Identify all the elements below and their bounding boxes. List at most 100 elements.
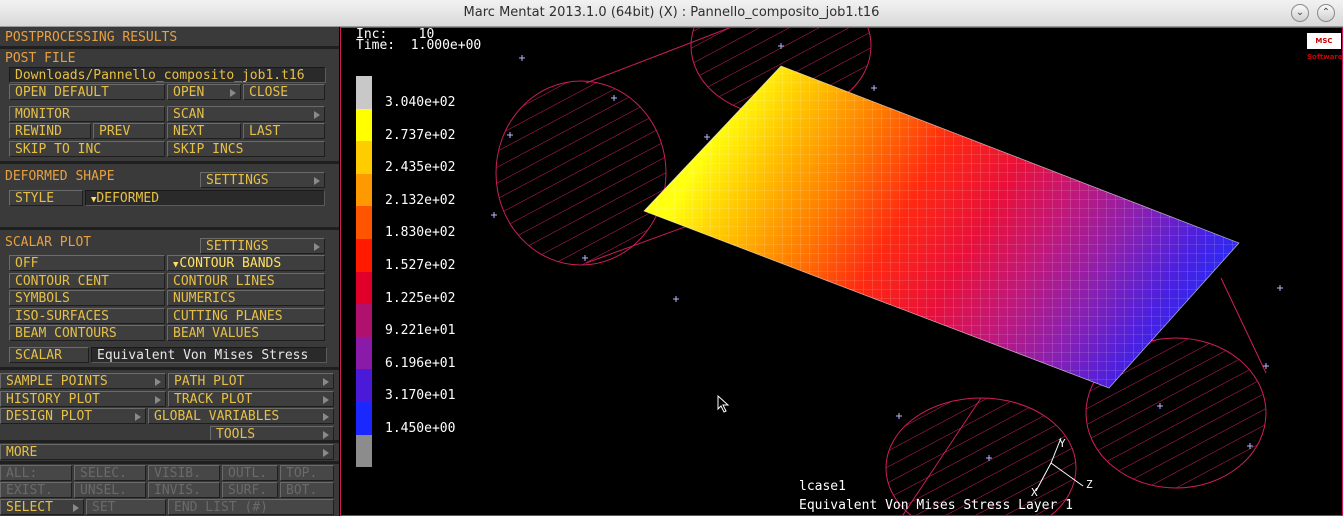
contour-bands-button[interactable]: ▼CONTOUR BANDS — [167, 255, 325, 271]
global-variables-button[interactable]: GLOBAL VARIABLES — [148, 408, 334, 424]
selected-indicator: ▼ — [173, 260, 179, 270]
rewind-button[interactable]: REWIND — [9, 123, 91, 139]
divider — [0, 367, 339, 370]
cutting-planes-button[interactable]: CUTTING PLANES — [167, 308, 325, 324]
legend-color-swatch — [356, 239, 372, 272]
axis-label-y: Y — [1059, 437, 1066, 450]
post-file-header: POST FILE — [5, 51, 76, 66]
history-plot-button[interactable]: HISTORY PLOT — [0, 391, 166, 407]
legend-color-swatch — [356, 369, 372, 402]
time-value: 1.000e+00 — [410, 38, 482, 53]
skip-incs-button[interactable]: SKIP INCS — [167, 141, 325, 157]
legend-color-swatch — [356, 141, 372, 174]
legend-color-swatch — [356, 336, 372, 370]
deformed-shape-header: DEFORMED SHAPE — [5, 169, 115, 184]
legend-color-swatch — [356, 76, 372, 109]
graphics-viewport[interactable]: Inc: 10 Time: 1.000e+00 MSC Software 3.0… — [340, 27, 1343, 516]
legend-value: 3.040e+02 — [385, 95, 456, 110]
title-bar: Marc Mentat 2013.1.0 (64bit) (X) : Panne… — [0, 0, 1343, 27]
skip-to-inc-button[interactable]: SKIP TO INC — [9, 141, 165, 157]
contour-lines-button[interactable]: CONTOUR LINES — [167, 273, 325, 289]
divider — [0, 161, 339, 164]
divider — [0, 440, 339, 443]
unselected-button[interactable]: UNSEL. — [74, 482, 146, 498]
select-all-button[interactable]: ALL: — [0, 465, 72, 481]
outline-button[interactable]: OUTL. — [222, 465, 278, 481]
divider — [0, 461, 339, 464]
beam-values-button[interactable]: BEAM VALUES — [167, 325, 325, 341]
maximize-button[interactable]: ⌃ — [1317, 4, 1335, 22]
style-value-text: DEFORMED — [96, 191, 160, 206]
legend-color-swatch — [356, 206, 372, 239]
minimize-button[interactable]: ⌄ — [1291, 4, 1309, 22]
set-button[interactable]: SET — [86, 499, 166, 515]
time-label: Time: — [356, 38, 396, 53]
end-list-button[interactable]: END LIST (#) — [168, 499, 334, 515]
legend-value: 1.225e+02 — [385, 290, 456, 306]
legend-value: 2.435e+02 — [385, 160, 456, 176]
scan-button[interactable]: SCAN — [167, 106, 325, 122]
path-plot-button[interactable]: PATH PLOT — [168, 373, 334, 389]
stress-plate — [643, 65, 1240, 389]
mouse-cursor-icon — [717, 395, 730, 413]
post-file-path[interactable]: Downloads/Pannello_composito_job1.t16 — [9, 67, 326, 83]
style-value[interactable]: ▼DEFORMED — [85, 190, 325, 206]
scalar-settings-button[interactable]: SETTINGS — [200, 238, 325, 254]
beam-contours-button[interactable]: BEAM CONTOURS — [9, 325, 165, 341]
existing-button[interactable]: EXIST. — [0, 482, 72, 498]
track-plot-button[interactable]: TRACK PLOT — [168, 391, 334, 407]
close-button[interactable]: CLOSE — [243, 84, 325, 100]
deformed-settings-button[interactable]: SETTINGS — [200, 172, 325, 188]
visible-button[interactable]: VISIB. — [148, 465, 220, 481]
selected-button[interactable]: SELEC. — [74, 465, 146, 481]
surface-button[interactable]: SURF. — [222, 482, 278, 498]
last-button[interactable]: LAST — [243, 123, 325, 139]
invisible-button[interactable]: INVIS. — [148, 482, 220, 498]
postprocessing-panel: POSTPROCESSING RESULTS POST FILE Downloa… — [0, 27, 339, 516]
axis-label-z: Z — [1086, 478, 1093, 491]
legend-color-swatch — [356, 434, 372, 468]
symbols-button[interactable]: SYMBOLS — [9, 290, 165, 306]
legend-value: 1.830e+02 — [385, 225, 456, 241]
design-plot-button[interactable]: DESIGN PLOT — [0, 408, 146, 424]
legend-value: 9.221e+01 — [385, 323, 456, 339]
divider — [0, 227, 339, 230]
monitor-button[interactable]: MONITOR — [9, 106, 165, 122]
loadcase-label: lcase1 — [799, 479, 846, 494]
contour-cent-button[interactable]: CONTOUR CENT — [9, 273, 165, 289]
legend-color-swatch — [356, 402, 372, 435]
legend-color-swatch — [356, 108, 372, 142]
numerics-button[interactable]: NUMERICS — [167, 290, 325, 306]
contour-bands-label: CONTOUR BANDS — [179, 256, 282, 271]
result-label: Equivalent Von Mises Stress Layer 1 — [799, 498, 1073, 513]
select-button[interactable]: SELECT — [0, 499, 84, 515]
style-button[interactable]: STYLE — [9, 190, 83, 206]
iso-surfaces-button[interactable]: ISO-SURFACES — [9, 308, 165, 324]
open-button[interactable]: OPEN — [167, 84, 241, 100]
legend-color-swatch — [356, 304, 372, 337]
scalar-off-button[interactable]: OFF — [9, 255, 165, 271]
panel-title: POSTPROCESSING RESULTS — [5, 30, 178, 45]
scalar-button[interactable]: SCALAR — [9, 347, 89, 363]
window-title: Marc Mentat 2013.1.0 (64bit) (X) : Panne… — [463, 5, 880, 20]
time-readout: Time: 1.000e+00 — [356, 39, 481, 53]
legend-color-swatch — [356, 173, 372, 207]
legend-value: 6.196e+01 — [385, 355, 456, 371]
legend-color-swatch — [356, 271, 372, 305]
sample-points-button[interactable]: SAMPLE POINTS — [0, 373, 166, 389]
legend-value: 1.450e+00 — [385, 421, 456, 436]
prev-button[interactable]: PREV — [93, 123, 165, 139]
legend-value: 1.527e+02 — [385, 258, 456, 273]
divider — [0, 46, 339, 49]
model-view — [491, 28, 1283, 515]
next-button[interactable]: NEXT — [167, 123, 241, 139]
scalar-value[interactable]: Equivalent Von Mises Stress — [91, 347, 327, 363]
scalar-plot-header: SCALAR PLOT — [5, 235, 92, 250]
legend-value: 3.170e+01 — [385, 388, 456, 404]
open-default-button[interactable]: OPEN DEFAULT — [9, 84, 165, 100]
msc-logo: MSC Software — [1307, 33, 1343, 61]
more-button[interactable]: MORE — [0, 444, 334, 460]
bottom-button[interactable]: BOT. — [280, 482, 334, 498]
top-button[interactable]: TOP. — [280, 465, 334, 481]
legend-value: 2.737e+02 — [385, 127, 456, 143]
